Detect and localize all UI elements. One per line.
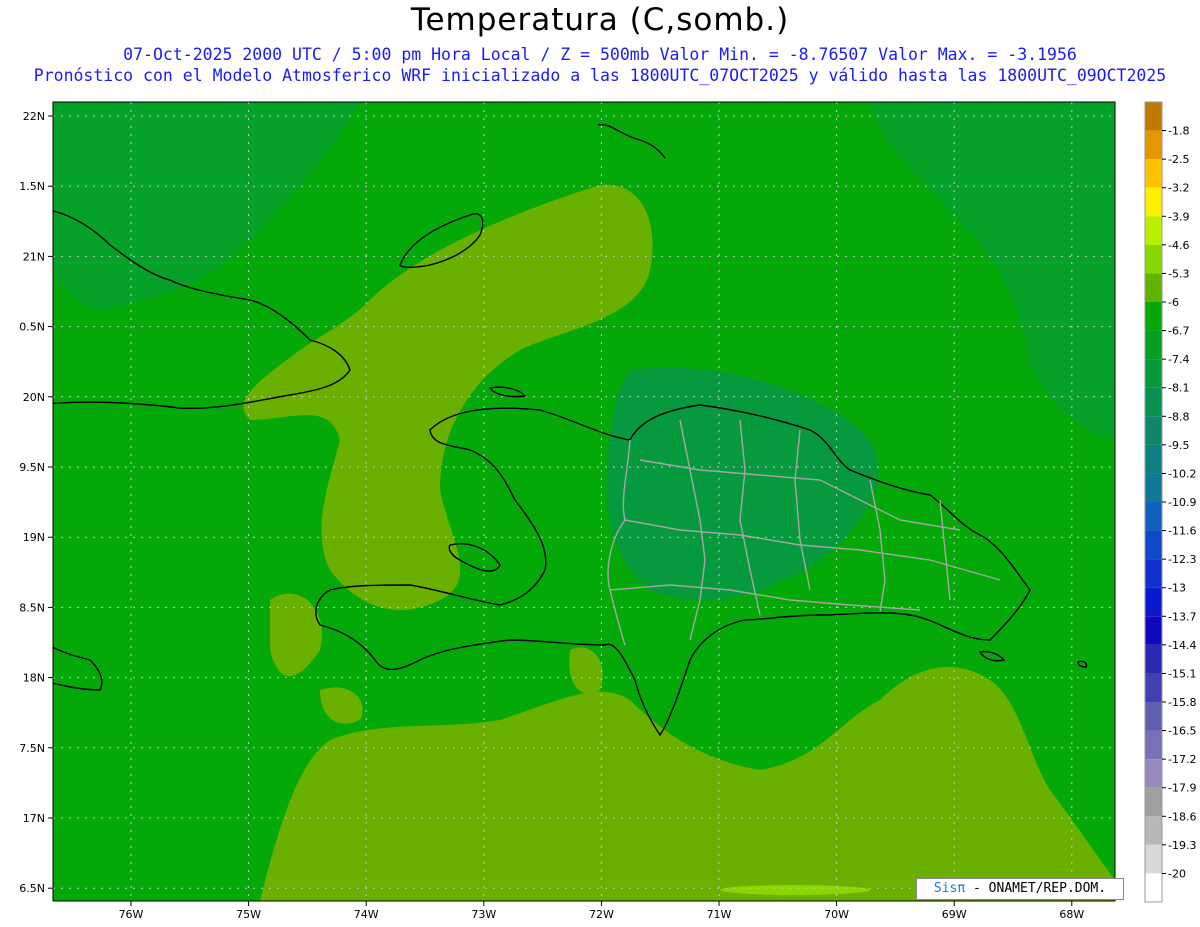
credit-badge: Sisπ - ONAMET/REP.DOM. bbox=[916, 878, 1124, 900]
colorbar-label: -6.7 bbox=[1168, 325, 1189, 338]
colorbar-label: -15.1 bbox=[1168, 667, 1196, 680]
colorbar-label: -3.9 bbox=[1168, 210, 1189, 223]
colorbar-label: -8.8 bbox=[1168, 410, 1189, 423]
lon-label: 76W bbox=[119, 908, 144, 921]
colorbar-swatch bbox=[1145, 416, 1162, 445]
colorbar-swatch bbox=[1145, 473, 1162, 502]
colorbar-swatch bbox=[1145, 702, 1162, 731]
colorbar-swatch bbox=[1145, 387, 1162, 417]
colorbar-label: -8.1 bbox=[1168, 382, 1189, 395]
colorbar-swatch bbox=[1145, 616, 1162, 645]
colorbar-swatch bbox=[1145, 159, 1162, 188]
colorbar-label: -6 bbox=[1168, 296, 1179, 309]
lat-label: 6.5N bbox=[19, 882, 45, 895]
colorbar-label: -17.9 bbox=[1168, 782, 1196, 795]
colorbar-swatch bbox=[1145, 844, 1162, 874]
lat-label: 1.5N bbox=[19, 180, 45, 193]
colorbar-swatch bbox=[1145, 787, 1162, 817]
colorbar-label: -11.6 bbox=[1168, 525, 1196, 538]
colorbar-label: -12.3 bbox=[1168, 553, 1196, 566]
colorbar-swatch bbox=[1145, 816, 1162, 845]
colorbar-swatch bbox=[1145, 244, 1162, 274]
lon-label: 73W bbox=[471, 908, 496, 921]
temperature-map: 22N 1.5N 21N 0.5N 20N 9.5N 19N 8.5N 18N 7.5N 17N 6.… bbox=[19, 101, 1196, 921]
lat-label: 9.5N bbox=[19, 461, 45, 474]
colorbar-label: -4.6 bbox=[1168, 239, 1189, 252]
longitude-labels: 76W 75W 74W 73W 72W 71W 70W 69W 68W bbox=[119, 901, 1084, 921]
credit-text: - ONAMET/REP.DOM. bbox=[965, 881, 1107, 896]
colorbar-label: -3.2 bbox=[1168, 182, 1189, 195]
lat-label: 18N bbox=[23, 672, 45, 685]
colorbar-label: -15.8 bbox=[1168, 696, 1196, 709]
sispi-logo: Sisπ bbox=[933, 881, 966, 896]
lon-label: 68W bbox=[1059, 908, 1084, 921]
colorbar-label: -2.5 bbox=[1168, 153, 1189, 166]
lat-label: 21N bbox=[23, 250, 45, 263]
lat-label: 8.5N bbox=[19, 601, 45, 614]
colorbar-label: -5.3 bbox=[1168, 267, 1189, 280]
colorbar-swatch bbox=[1145, 673, 1162, 702]
colorbar-swatch bbox=[1145, 216, 1162, 245]
colorbar-swatch bbox=[1145, 759, 1162, 788]
latitude-labels: 22N 1.5N 21N 0.5N 20N 9.5N 19N 8.5N 18N 7.5N 17N 6.… bbox=[19, 110, 53, 895]
colorbar-swatch bbox=[1145, 444, 1162, 474]
lon-label: 75W bbox=[236, 908, 261, 921]
colorbar-label: -19.3 bbox=[1168, 839, 1196, 852]
colorbar-swatch bbox=[1145, 730, 1162, 760]
colorbar-label: -1.8 bbox=[1168, 125, 1189, 138]
colorbar-label: -17.2 bbox=[1168, 753, 1196, 766]
lon-label: 69W bbox=[942, 908, 967, 921]
lon-label: 71W bbox=[707, 908, 732, 921]
field-warm-spot bbox=[720, 885, 870, 895]
lon-label: 74W bbox=[354, 908, 379, 921]
colorbar-label: -7.4 bbox=[1168, 353, 1189, 366]
colorbar-label: -9.5 bbox=[1168, 439, 1189, 452]
colorbar-swatch bbox=[1145, 359, 1162, 388]
colorbar-swatch bbox=[1145, 102, 1162, 131]
colorbar: -1.8 -2.5 -3.2 -3.9 -4.6 -5.3 -6 -6.7 -7.4 -8.1 -8… bbox=[1144, 101, 1196, 903]
colorbar-label: -20 bbox=[1168, 867, 1186, 880]
colorbar-label: -13 bbox=[1168, 582, 1186, 595]
colorbar-swatch bbox=[1145, 873, 1162, 902]
colorbar-swatch bbox=[1145, 330, 1162, 360]
colorbar-swatch bbox=[1145, 530, 1162, 560]
lat-label: 19N bbox=[23, 531, 45, 544]
colorbar-swatch bbox=[1145, 559, 1162, 588]
lat-label: 20N bbox=[23, 391, 45, 404]
colorbar-swatch bbox=[1145, 302, 1162, 331]
colorbar-swatch bbox=[1145, 187, 1162, 217]
colorbar-swatch bbox=[1145, 502, 1162, 531]
colorbar-swatch bbox=[1145, 644, 1162, 674]
temperature-field bbox=[53, 102, 1115, 901]
colorbar-swatch bbox=[1145, 587, 1162, 617]
lat-label: 0.5N bbox=[19, 321, 45, 334]
colorbar-label: -10.9 bbox=[1168, 496, 1196, 509]
colorbar-swatch bbox=[1145, 273, 1162, 302]
colorbar-swatch bbox=[1145, 130, 1162, 160]
colorbar-label: -13.7 bbox=[1168, 610, 1196, 623]
colorbar-label: -14.4 bbox=[1168, 639, 1196, 652]
lon-label: 72W bbox=[589, 908, 614, 921]
colorbar-label: -10.2 bbox=[1168, 467, 1196, 480]
lat-label: 7.5N bbox=[19, 742, 45, 755]
colorbar-label: -16.5 bbox=[1168, 725, 1196, 738]
lon-label: 70W bbox=[824, 908, 849, 921]
lat-label: 22N bbox=[23, 110, 45, 123]
colorbar-label: -18.6 bbox=[1168, 810, 1196, 823]
lat-label: 17N bbox=[23, 812, 45, 825]
